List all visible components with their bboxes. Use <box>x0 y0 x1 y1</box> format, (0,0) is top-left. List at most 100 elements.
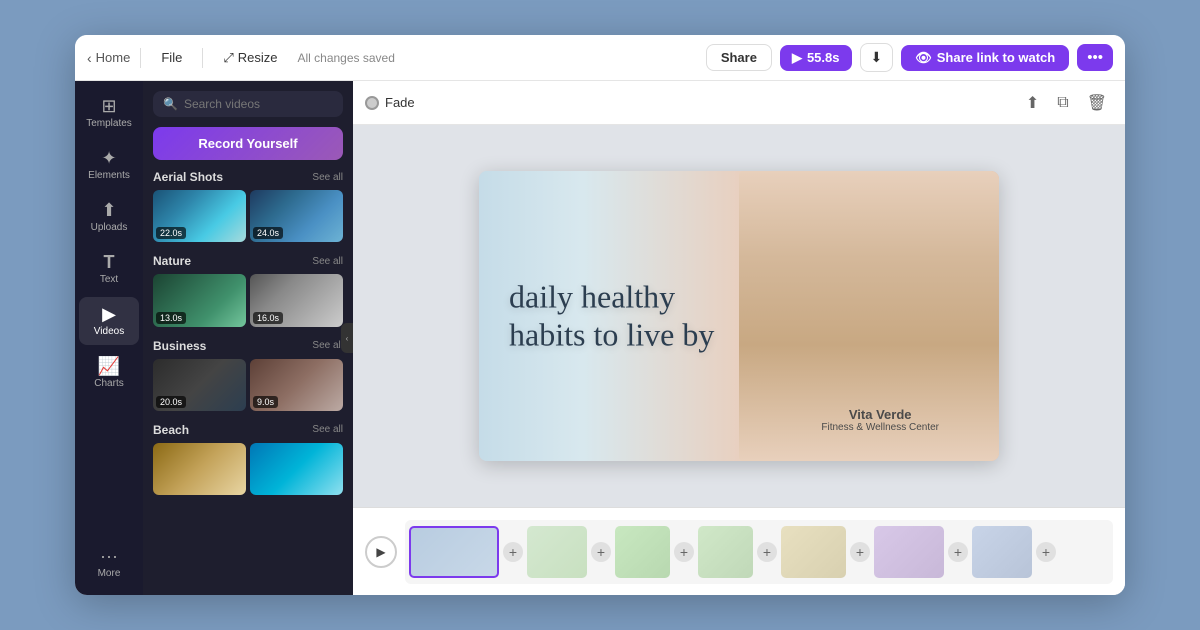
canvas-topbar: Fade ⬆ ⧉ 🗑 <box>353 81 1125 125</box>
transition-label: Fade <box>385 95 415 110</box>
duration-label: 55.8s <box>807 50 840 65</box>
nature-clip-2-duration: 16.0s <box>253 312 283 324</box>
share-watch-btn[interactable]: 👁 Share link to watch <box>901 45 1069 71</box>
timeline-clip-6[interactable] <box>874 526 944 578</box>
aerial-see-all[interactable]: See all <box>312 172 343 183</box>
uploads-icon: ⬆ <box>101 201 116 219</box>
elements-icon: ✦ <box>101 149 116 167</box>
beach-clip-2[interactable] <box>250 443 343 495</box>
timeline-track: + + + + + + + <box>405 520 1113 584</box>
brand-name: Vita Verde <box>821 407 939 422</box>
timeline-play-btn[interactable]: ▶ <box>365 536 397 568</box>
beach-clip-1[interactable] <box>153 443 246 495</box>
add-clip-btn-5[interactable]: + <box>850 542 870 562</box>
search-input[interactable] <box>184 97 339 111</box>
share-canvas-btn[interactable]: ⬆ <box>1020 89 1045 117</box>
videos-panel: 🔍 Record Yourself Aerial Shots See all <box>143 81 353 595</box>
timeline-clip-2[interactable] <box>527 526 587 578</box>
sidebar-item-more[interactable]: ··· More <box>79 539 139 587</box>
add-clip-btn-6[interactable]: + <box>948 542 968 562</box>
topbar-divider <box>140 48 141 68</box>
timeline-clip-3[interactable] <box>615 526 670 578</box>
add-clip-btn-1[interactable]: + <box>503 542 523 562</box>
main-body: ⊞ Templates ✦ Elements ⬆ Uploads T Text … <box>75 81 1125 595</box>
sidebar-item-elements[interactable]: ✦ Elements <box>79 141 139 189</box>
sidebar-item-charts[interactable]: 📈 Charts <box>79 349 139 397</box>
category-beach-header: Beach See all <box>153 423 343 437</box>
nature-see-all[interactable]: See all <box>312 256 343 267</box>
eye-icon: 👁 <box>915 50 932 66</box>
biz-clip-1[interactable]: 20.0s <box>153 359 246 411</box>
sidebar-icons: ⊞ Templates ✦ Elements ⬆ Uploads T Text … <box>75 81 143 595</box>
play-icon: ▶ <box>376 545 385 559</box>
download-btn[interactable]: ⬇ <box>860 43 894 72</box>
file-menu-btn[interactable]: File <box>151 46 192 69</box>
more-options-btn[interactable]: ••• <box>1077 44 1113 71</box>
more-icon: ··· <box>100 547 118 565</box>
back-home-btn[interactable]: ‹ Home <box>87 50 130 66</box>
panel-collapse-handle[interactable]: ‹ <box>341 323 353 353</box>
aerial-clip-1[interactable]: 22.0s <box>153 190 246 242</box>
nature-thumbs: 13.0s 16.0s <box>153 274 343 326</box>
slide-preview[interactable]: daily healthyhabits to live by Vita Verd… <box>479 171 999 461</box>
category-business-header: Business See all <box>153 339 343 353</box>
sidebar-item-uploads[interactable]: ⬆ Uploads <box>79 193 139 241</box>
add-clip-btn-3[interactable]: + <box>674 542 694 562</box>
timeline-area: ▶ + + + + + + + <box>353 507 1125 595</box>
biz-clip-2-duration: 9.0s <box>253 396 278 408</box>
topbar-right: Share ▶ 55.8s ⬇ 👁 Share link to watch ••… <box>706 43 1113 72</box>
aerial-thumbs: 22.0s 24.0s <box>153 190 343 242</box>
videos-search-area: 🔍 <box>143 81 353 123</box>
timeline-clip-7[interactable] <box>972 526 1032 578</box>
sidebar-item-templates[interactable]: ⊞ Templates <box>79 89 139 137</box>
autosave-status: All changes saved <box>297 51 394 65</box>
text-icon: T <box>104 253 115 271</box>
nature-clip-1[interactable]: 13.0s <box>153 274 246 326</box>
app-container: ‹ Home File ⤢ Resize All changes saved S… <box>75 35 1125 595</box>
biz-clip-1-duration: 20.0s <box>156 396 186 408</box>
topbar-left: ‹ Home File ⤢ Resize All changes saved <box>87 46 698 70</box>
add-clip-btn-4[interactable]: + <box>757 542 777 562</box>
timeline-clip-5[interactable] <box>781 526 846 578</box>
topbar: ‹ Home File ⤢ Resize All changes saved S… <box>75 35 1125 81</box>
nature-clip-2[interactable]: 16.0s <box>250 274 343 326</box>
biz-clip-2[interactable]: 9.0s <box>250 359 343 411</box>
beach-clip-1-bg <box>153 443 246 495</box>
panel-container: 🔍 Record Yourself Aerial Shots See all <box>143 81 353 595</box>
beach-see-all[interactable]: See all <box>312 424 343 435</box>
transition-indicator: Fade <box>365 95 415 110</box>
templates-icon: ⊞ <box>101 97 116 115</box>
category-business: Business See all 20.0s 9.0s <box>153 339 343 411</box>
search-box: 🔍 <box>153 91 343 117</box>
category-aerial: Aerial Shots See all 22.0s 24.0s <box>153 170 343 242</box>
resize-btn[interactable]: ⤢ Resize <box>213 46 287 70</box>
timeline-clip-4[interactable] <box>698 526 753 578</box>
aerial-clip-2-duration: 24.0s <box>253 227 283 239</box>
play-icon: ▶ <box>792 50 802 66</box>
preview-play-btn[interactable]: ▶ 55.8s <box>780 45 852 71</box>
business-see-all[interactable]: See all <box>312 340 343 351</box>
record-yourself-btn[interactable]: Record Yourself <box>153 127 343 160</box>
add-clip-btn-7[interactable]: + <box>1036 542 1056 562</box>
share-button[interactable]: Share <box>706 44 772 71</box>
sidebar-label-uploads: Uploads <box>91 222 128 233</box>
sidebar-item-videos[interactable]: ▶ Videos <box>79 297 139 345</box>
category-aerial-header: Aerial Shots See all <box>153 170 343 184</box>
delete-slide-btn[interactable]: 🗑 <box>1081 89 1113 117</box>
sidebar-item-text[interactable]: T Text <box>79 245 139 293</box>
beach-clip-2-bg <box>250 443 343 495</box>
sidebar-label-videos: Videos <box>94 326 124 337</box>
business-thumbs: 20.0s 9.0s <box>153 359 343 411</box>
duplicate-slide-btn[interactable]: ⧉ <box>1051 89 1074 117</box>
aerial-clip-2[interactable]: 24.0s <box>250 190 343 242</box>
timeline-clip-1[interactable] <box>409 526 499 578</box>
charts-icon: 📈 <box>98 357 120 375</box>
home-label: Home <box>96 50 131 65</box>
slide-text-overlay: daily healthyhabits to live by <box>509 278 714 355</box>
canvas-content: daily healthyhabits to live by Vita Verd… <box>353 125 1125 507</box>
category-beach: Beach See all <box>153 423 343 495</box>
videos-scroll: Aerial Shots See all 22.0s 24.0s <box>143 170 353 595</box>
add-clip-btn-2[interactable]: + <box>591 542 611 562</box>
slide-main-text: daily healthyhabits to live by <box>509 278 714 355</box>
ellipsis-icon: ••• <box>1087 49 1103 66</box>
